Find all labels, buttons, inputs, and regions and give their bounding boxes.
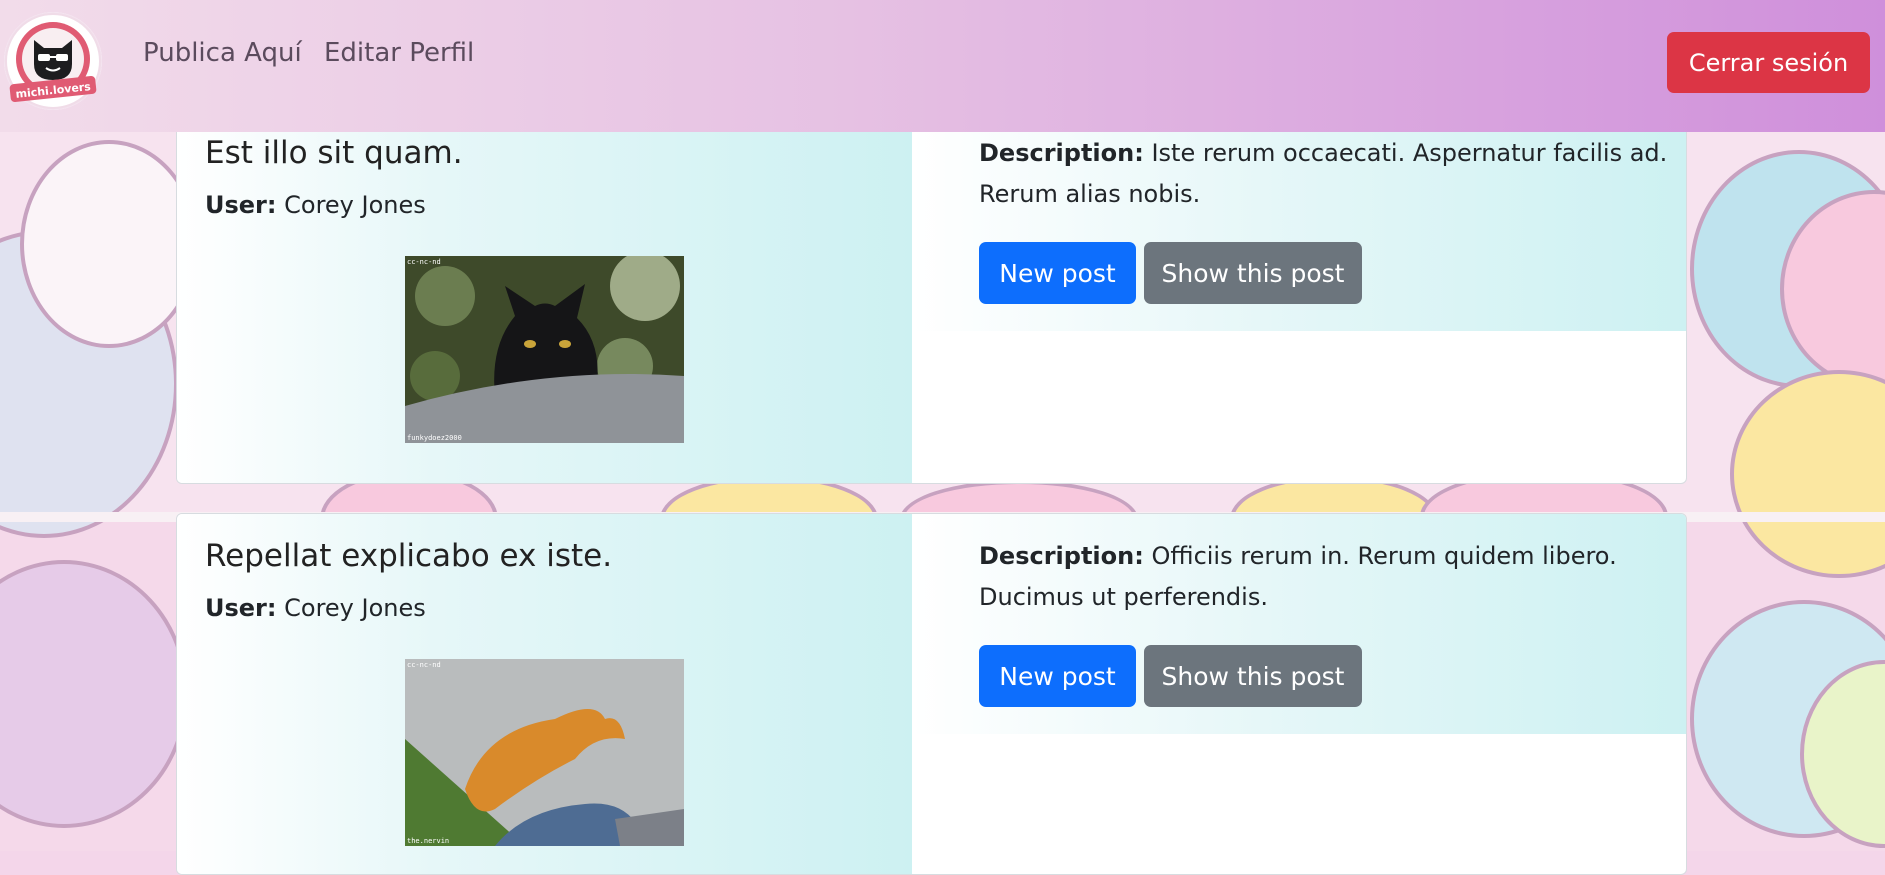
post-user: User: Corey Jones [205, 594, 426, 622]
post-title: Est illo sit quam. [205, 135, 463, 171]
post-card: Est illo sit quam. User: Corey Jones cc-… [176, 120, 1687, 484]
show-post-button[interactable]: Show this post [1144, 242, 1362, 304]
new-post-button[interactable]: New post [979, 242, 1136, 304]
user-name: Corey Jones [284, 594, 426, 622]
post-detail-panel: Description: Iste rerum occaecati. Asper… [912, 121, 1686, 331]
description-label: Description: [979, 542, 1144, 570]
post-description: Description: Iste rerum occaecati. Asper… [979, 133, 1669, 215]
nav-link-publica[interactable]: Publica Aquí [143, 38, 302, 68]
svg-text:the.nervin: the.nervin [407, 837, 449, 845]
show-post-button[interactable]: Show this post [1144, 645, 1362, 707]
user-name: Corey Jones [284, 191, 426, 219]
new-post-button[interactable]: New post [979, 645, 1136, 707]
post-title: Repellat explicabo ex iste. [205, 538, 613, 574]
user-label: User: [205, 594, 277, 622]
description-label: Description: [979, 139, 1144, 167]
post-summary-panel: Repellat explicabo ex iste. User: Corey … [177, 514, 912, 874]
post-summary-panel: Est illo sit quam. User: Corey Jones cc-… [177, 121, 912, 483]
cat-logo-icon: michi.lovers [5, 13, 101, 109]
svg-text:cc-nc-nd: cc-nc-nd [407, 661, 441, 669]
post-card: Repellat explicabo ex iste. User: Corey … [176, 513, 1687, 875]
user-label: User: [205, 191, 277, 219]
brand-logo[interactable]: michi.lovers [4, 12, 102, 110]
post-image: cc-nc-nd funkydoez2000 [405, 256, 684, 443]
post-user: User: Corey Jones [205, 191, 426, 219]
post-detail-panel: Description: Officiis rerum in. Rerum qu… [912, 514, 1686, 734]
svg-text:funkydoez2000: funkydoez2000 [407, 434, 462, 442]
post-image: cc-nc-nd the.nervin [405, 659, 684, 846]
post-description: Description: Officiis rerum in. Rerum qu… [979, 536, 1669, 618]
svg-text:cc-nc-nd: cc-nc-nd [407, 258, 441, 266]
top-navbar: michi.lovers Publica Aquí Editar Perfil … [0, 0, 1885, 132]
logout-button[interactable]: Cerrar sesión [1667, 32, 1870, 93]
nav-link-editar-perfil[interactable]: Editar Perfil [324, 38, 474, 68]
